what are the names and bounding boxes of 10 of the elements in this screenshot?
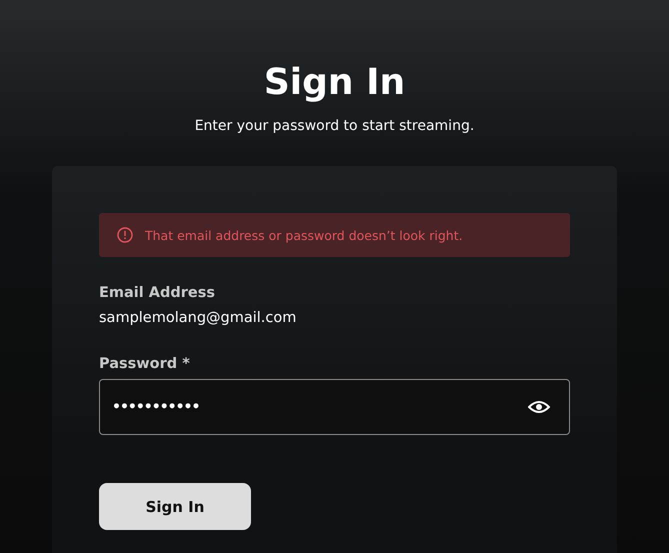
subtitle: Enter your password to start streaming.: [194, 117, 474, 136]
email-value: samplemolang@gmail.com: [99, 309, 298, 328]
sign-in-button[interactable]: Sign In: [99, 483, 251, 530]
page-title: Sign In: [264, 61, 406, 105]
eye-icon[interactable]: [528, 400, 550, 414]
error-message: That email address or password doesn’t look right.: [145, 228, 463, 242]
password-label: Password *: [99, 355, 191, 374]
password-field[interactable]: •••••••••••: [99, 379, 570, 435]
warning-icon: [117, 227, 133, 243]
email-label: Email Address: [99, 284, 216, 303]
